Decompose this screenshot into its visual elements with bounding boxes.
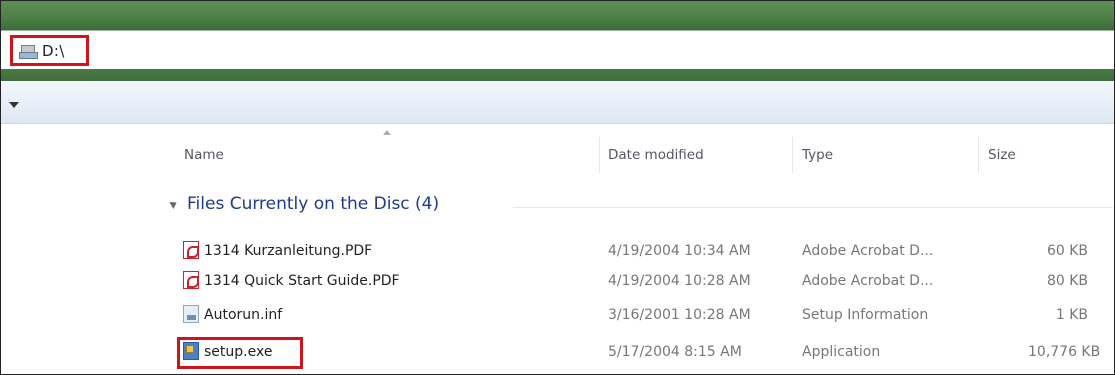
file-date: 5/17/2004 8:15 AM [608,344,742,360]
title-bar [1,1,1114,30]
file-type: Adobe Acrobat D... [802,273,934,289]
setup-highlight-box [177,337,303,369]
column-header-size[interactable]: Size [988,147,1016,163]
file-date: 4/19/2004 10:34 AM [608,243,751,259]
file-type: Setup Information [802,307,929,323]
group-divider [513,207,1113,208]
column-divider[interactable] [599,137,600,173]
file-row[interactable]: Autorun.inf 3/16/2001 10:28 AM Setup Inf… [1,303,1114,329]
sort-ascending-icon [383,130,391,135]
file-type: Application [802,344,881,360]
file-row[interactable]: 1314 Kurzanleitung.PDF 4/19/2004 10:34 A… [1,239,1114,265]
file-date: 4/19/2004 10:28 AM [608,273,751,289]
file-date: 3/16/2001 10:28 AM [608,307,751,323]
file-row[interactable]: setup.exe 5/17/2004 8:15 AM Application … [1,340,1114,366]
address-path[interactable]: D:\ [42,42,65,60]
dropdown-arrow-icon[interactable] [9,102,19,108]
explorer-window: D:\ Name Date modified Type Size Files C… [0,0,1115,375]
column-divider[interactable] [792,137,793,173]
column-divider[interactable] [978,137,979,173]
column-header-date[interactable]: Date modified [608,147,704,163]
file-row[interactable]: 1314 Quick Start Guide.PDF 4/19/2004 10:… [1,269,1114,295]
file-size: 80 KB [1046,273,1088,289]
file-type: Adobe Acrobat D... [802,243,934,259]
toolbar-band [1,69,1114,81]
file-size: 1 KB [1055,307,1088,323]
file-name: Autorun.inf [204,307,283,323]
group-header[interactable]: Files Currently on the Disc (4) [169,194,440,214]
column-header-name[interactable]: Name [184,147,224,163]
file-size: 60 KB [1046,243,1088,259]
address-highlight-box[interactable]: D:\ [10,35,89,66]
command-bar [1,81,1114,124]
setup-info-icon [183,305,199,323]
file-name: 1314 Kurzanleitung.PDF [204,243,373,259]
pdf-icon [183,271,199,289]
address-bar[interactable]: D:\ [1,30,1114,70]
pdf-icon [183,241,199,259]
collapse-arrow-icon[interactable] [169,199,179,209]
file-size: 10,776 KB [1028,344,1101,360]
file-name: 1314 Quick Start Guide.PDF [204,273,400,289]
group-label: Files Currently on the Disc (4) [187,194,440,214]
column-header-type[interactable]: Type [802,147,833,163]
drive-icon [19,43,38,59]
